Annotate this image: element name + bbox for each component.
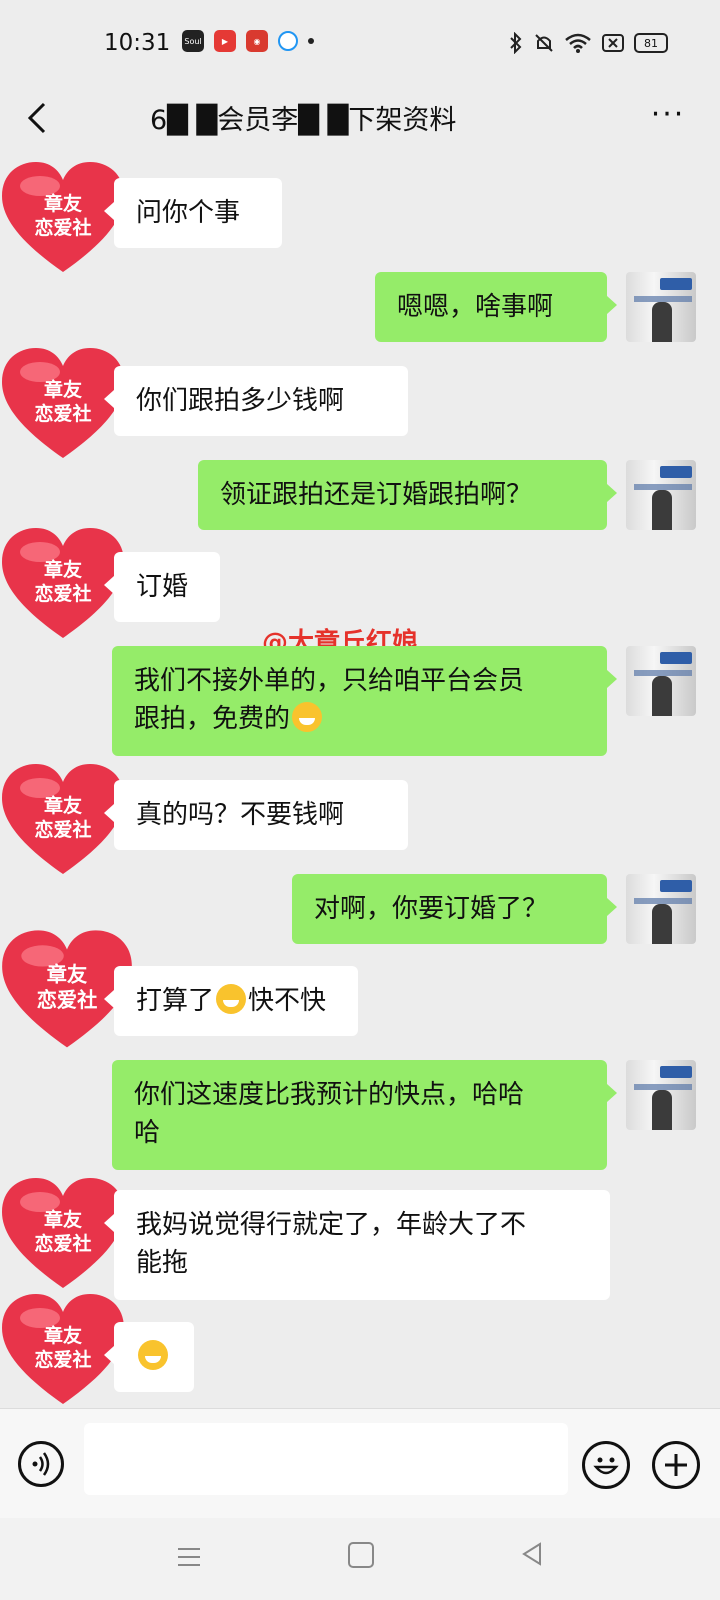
avatar-text-line1: 章友 — [44, 794, 82, 817]
smiley-icon — [593, 1457, 619, 1475]
chat-bubble-outgoing[interactable]: 对啊，你要订婚了？ — [292, 874, 617, 944]
bubble-line: 能拖 — [136, 1248, 189, 1278]
facepalm-emoji-icon — [216, 984, 247, 1014]
chat-bubble-outgoing[interactable]: 嗯嗯，啥事啊 — [375, 272, 617, 342]
self-avatar[interactable] — [626, 646, 696, 716]
avatar-logo — [660, 466, 692, 478]
battery-icon: 81 — [634, 33, 668, 53]
avatar-person — [652, 676, 672, 716]
voice-input-button[interactable] — [18, 1441, 64, 1487]
chat-bubble-incoming[interactable]: 我妈说觉得行就定了，年龄大了不 能拖 — [104, 1190, 610, 1300]
bluetooth-icon — [510, 32, 522, 54]
chat-bubble-incoming[interactable]: 你们跟拍多少钱啊 — [104, 366, 408, 436]
more-notifications-dot — [308, 38, 314, 44]
avatar-text-line1: 章友 — [47, 962, 88, 986]
chat-bubble-incoming[interactable]: 真的吗？不要钱啊 — [104, 780, 408, 850]
chat-bubble-incoming[interactable] — [104, 1322, 194, 1392]
chat-title: 6█ █会员李█ █下架资料 — [150, 105, 457, 136]
avatar-text-line1: 章友 — [44, 1324, 82, 1347]
chat-bubble-incoming[interactable]: 打算了 快不快 — [104, 966, 358, 1036]
self-avatar[interactable] — [626, 272, 696, 342]
system-navigation-bar — [0, 1518, 720, 1600]
avatar-text-line2: 恋爱社 — [34, 582, 91, 605]
soul-app-icon: Soul — [182, 30, 204, 52]
avatar-text-line2: 恋爱社 — [34, 818, 91, 841]
more-options-button[interactable]: ··· — [646, 100, 690, 136]
status-time: 10:31 — [104, 30, 171, 56]
bubble-text: 打算了 — [136, 986, 215, 1016]
avatar-text-line1: 章友 — [44, 558, 82, 581]
plus-icon — [665, 1454, 687, 1476]
status-app-icons: Soul ▶ ◉ — [182, 30, 314, 52]
back-button[interactable] — [18, 96, 62, 140]
recent-apps-button[interactable] — [176, 1544, 202, 1570]
chat-bubble-outgoing[interactable]: 领证跟拍还是订婚跟拍啊？ — [198, 460, 617, 530]
bubble-line: 跟拍，免费的 — [134, 704, 291, 734]
avatar-person — [652, 302, 672, 342]
status-bar: 10:31 Soul ▶ ◉ 81 — [0, 0, 720, 90]
avatar-logo — [660, 1066, 692, 1078]
chat-bubble-outgoing[interactable]: 我们不接外单的，只给咱平台会员 跟拍，免费的 — [112, 646, 617, 756]
bubble-text: 快不快 — [248, 986, 327, 1016]
avatar-text-line1: 章友 — [44, 192, 82, 215]
avatar-logo — [660, 278, 692, 290]
mute-icon — [535, 34, 553, 52]
chat-bubble-incoming[interactable]: 订婚 — [104, 552, 220, 622]
blue-app-icon — [278, 31, 298, 51]
status-right-icons: 81 — [508, 32, 668, 54]
chat-bubble-outgoing[interactable]: 你们这速度比我预计的快点，哈哈 哈 — [112, 1060, 617, 1170]
self-avatar[interactable] — [626, 460, 696, 530]
crying-emoji-icon — [138, 1340, 168, 1370]
red-app-icon: ◉ — [246, 30, 268, 52]
avatar-text-line2: 恋爱社 — [34, 402, 91, 425]
avatar-text-line2: 恋爱社 — [34, 1348, 91, 1371]
avatar-text-line2: 恋爱社 — [34, 1232, 91, 1255]
avatar-logo — [660, 880, 692, 892]
chat-header: 6█ █会员李█ █下架资料 ··· — [0, 90, 720, 150]
wifi-icon — [565, 33, 591, 53]
avatar-person — [652, 904, 672, 944]
avatar-person — [652, 490, 672, 530]
avatar-person — [652, 1090, 672, 1130]
self-avatar[interactable] — [626, 1060, 696, 1130]
message-input[interactable] — [84, 1423, 568, 1495]
video-app-icon: ▶ — [214, 30, 236, 52]
chat-bubble-incoming[interactable]: 问你个事 — [104, 178, 282, 248]
avatar-text-line1: 章友 — [44, 378, 82, 401]
bubble-line: 我们不接外单的，只给咱平台会员 — [134, 666, 525, 696]
bubble-line: 哈 — [134, 1118, 161, 1148]
emoji-button[interactable] — [582, 1441, 630, 1489]
avatar-text-line1: 章友 — [44, 1208, 82, 1231]
avatar-logo — [660, 652, 692, 664]
bubble-line: 你们这速度比我预计的快点，哈哈 — [134, 1080, 525, 1110]
home-button[interactable] — [348, 1542, 374, 1568]
grin-emoji-icon — [292, 702, 323, 732]
voice-icon — [32, 1452, 50, 1476]
self-avatar[interactable] — [626, 874, 696, 944]
bubble-line: 我妈说觉得行就定了，年龄大了不 — [136, 1210, 527, 1240]
input-bar — [0, 1408, 720, 1519]
more-actions-button[interactable] — [652, 1441, 700, 1489]
close-box-icon — [602, 34, 624, 52]
system-back-button[interactable] — [518, 1540, 546, 1568]
avatar-text-line2: 恋爱社 — [37, 988, 98, 1012]
avatar-text-line2: 恋爱社 — [34, 216, 91, 239]
contact-avatar[interactable]: 章友 恋爱社 — [0, 1176, 126, 1294]
